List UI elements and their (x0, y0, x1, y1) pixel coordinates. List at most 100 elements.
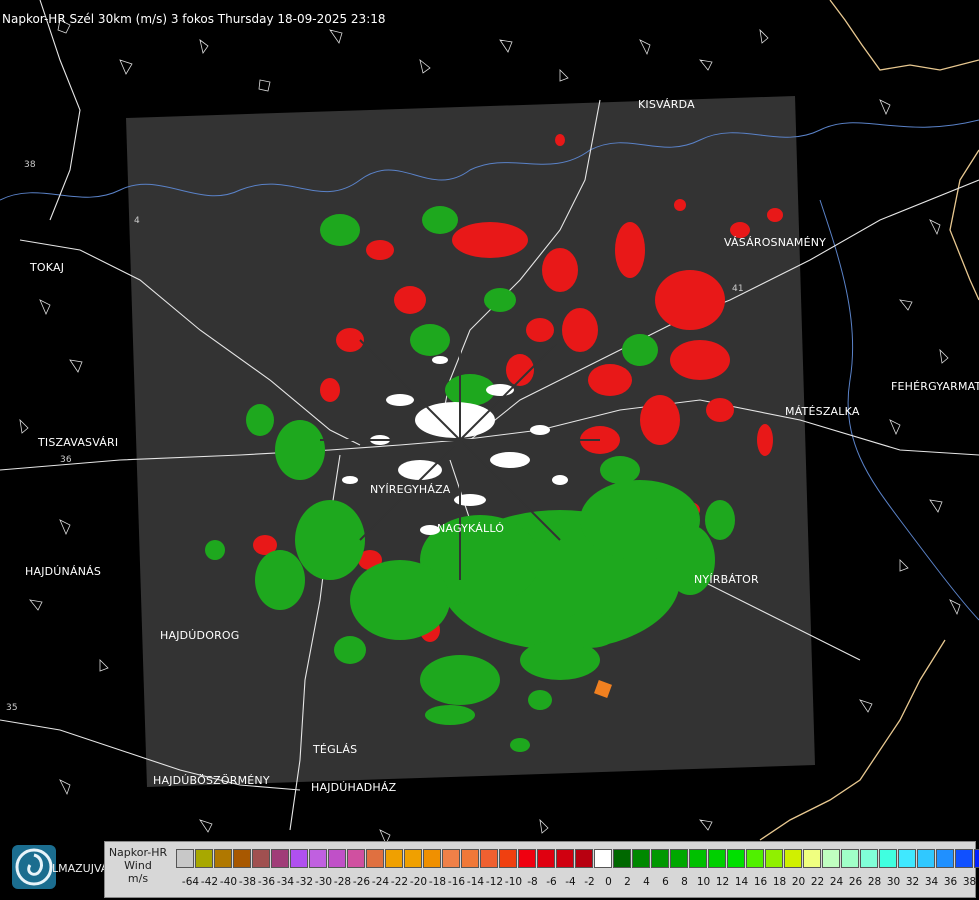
legend-tick-label: 12 (715, 876, 730, 888)
city-label-vasarosnameny: VÁSÁROSNAMÉNY (724, 236, 827, 249)
city-label-kisvarda: KISVÁRDA (638, 98, 695, 111)
legend-tick-label: 6 (662, 876, 669, 888)
city-label-fehergyarmat: FEHÉRGYARMAT (891, 380, 979, 393)
city-label-teglas: TÉGLÁS (313, 743, 358, 756)
legend-swatch (366, 849, 384, 868)
legend-tick-label: 14 (734, 876, 749, 888)
road-number-38: 38 (24, 160, 36, 170)
legend-tick-label: 10 (696, 876, 711, 888)
legend-swatch (518, 849, 536, 868)
city-label-nyiregyhaza: NYÍREGYHÁZA (370, 483, 451, 496)
legend-swatch (461, 849, 479, 868)
map-title: Napkor-HR Szél 30km (m/s) 3 fokos Thursd… (2, 12, 386, 26)
legend-tick-label: -12 (485, 876, 504, 888)
legend-tick-label: 28 (867, 876, 882, 888)
legend-swatch (290, 849, 308, 868)
city-label-hajduhadhaz: HAJDÚHADHÁZ (311, 781, 397, 794)
legend-tick-label: -6 (546, 876, 557, 888)
legend-swatch (784, 849, 802, 868)
city-label-tiszavasvari: TISZAVASVÁRI (38, 436, 119, 449)
legend-swatch (480, 849, 498, 868)
legend-tick-label: -24 (371, 876, 390, 888)
legend-tick-label: 24 (829, 876, 844, 888)
legend-tick-label: -10 (504, 876, 523, 888)
legend-tick-label: -64 (181, 876, 200, 888)
legend-tick-label: 34 (924, 876, 939, 888)
legend-swatch (442, 849, 460, 868)
legend-swatch (632, 849, 650, 868)
legend-tick-label: 30 (886, 876, 901, 888)
legend-tick-label: -38 (238, 876, 257, 888)
legend-tick-label: -34 (276, 876, 295, 888)
legend-label-line2: Wind (124, 859, 152, 872)
legend-tick-label: -4 (565, 876, 576, 888)
legend-swatch (708, 849, 726, 868)
legend-tick-label: -32 (295, 876, 314, 888)
city-label-hajduboszormeny: HAJDÚBÖSZÖRMÉNY (153, 774, 270, 787)
legend-swatch (822, 849, 840, 868)
city-label-mateszalka: MÁTÉSZALKA (785, 405, 860, 418)
legend-swatch (898, 849, 916, 868)
legend-swatch (328, 849, 346, 868)
legend-swatch (689, 849, 707, 868)
road-number-41: 41 (732, 284, 744, 294)
legend-swatch (974, 849, 979, 868)
legend-tick-label: 2 (624, 876, 631, 888)
legend-tick-label: -42 (200, 876, 219, 888)
legend-swatch (385, 849, 403, 868)
legend-swatch (347, 849, 365, 868)
legend-swatch (537, 849, 555, 868)
road-number-4: 4 (134, 216, 140, 226)
legend-swatches (176, 849, 979, 870)
road-number-35: 35 (6, 703, 18, 713)
legend-tick-label: 18 (772, 876, 787, 888)
legend-tick-label: 8 (681, 876, 688, 888)
legend-tick-label: -28 (333, 876, 352, 888)
legend-tick-label: -16 (447, 876, 466, 888)
legend-swatch (309, 849, 327, 868)
city-label-nagykallo: NAGYKÁLLÓ (437, 522, 505, 535)
radar-map (0, 0, 979, 900)
legend-tick-label: 26 (848, 876, 863, 888)
legend-swatch (214, 849, 232, 868)
legend-swatch (936, 849, 954, 868)
legend-tick-label: -30 (314, 876, 333, 888)
legend-swatch (423, 849, 441, 868)
legend-tick-label: 36 (943, 876, 958, 888)
legend-swatch (917, 849, 935, 868)
legend-tick-label: -40 (219, 876, 238, 888)
legend-tick-label: -36 (257, 876, 276, 888)
legend-tick-label: 32 (905, 876, 920, 888)
legend-swatch (613, 849, 631, 868)
legend-tick-label: -20 (409, 876, 428, 888)
legend-swatch (499, 849, 517, 868)
legend-swatch (252, 849, 270, 868)
city-label-hajdunanas: HAJDÚNÁNÁS (25, 565, 102, 578)
legend-swatch (195, 849, 213, 868)
legend-swatch (670, 849, 688, 868)
legend-swatch (594, 849, 612, 868)
legend-swatch (879, 849, 897, 868)
legend-tick-label: -26 (352, 876, 371, 888)
legend-label-line3: m/s (127, 872, 149, 885)
legend-swatch (271, 849, 289, 868)
legend-swatch (841, 849, 859, 868)
legend-tick-label: 38 (962, 876, 977, 888)
legend-swatch (404, 849, 422, 868)
napkor-logo-icon (12, 845, 56, 889)
legend-swatch (765, 849, 783, 868)
legend-tick-label: -22 (390, 876, 409, 888)
legend-tick-label: 16 (753, 876, 768, 888)
legend-swatch (176, 849, 194, 868)
road-number-36: 36 (60, 455, 72, 465)
city-label-hajdudorog: HAJDÚDOROG (160, 629, 240, 642)
legend-tick-label: -8 (527, 876, 538, 888)
legend-tick-label: 0 (605, 876, 612, 888)
legend-tick-label: 22 (810, 876, 825, 888)
legend-swatch (746, 849, 764, 868)
legend-swatch (575, 849, 593, 868)
city-label-nyirbator: NYÍRBÁTOR (694, 573, 759, 586)
legend-label-line1: Napkor-HR (108, 846, 168, 859)
legend-ticks: -64 -42 -40 -38 -36 -34 -32 -30 -28 -26 -24 -22 -20-… (181, 876, 979, 890)
legend-tick-label: -18 (428, 876, 447, 888)
